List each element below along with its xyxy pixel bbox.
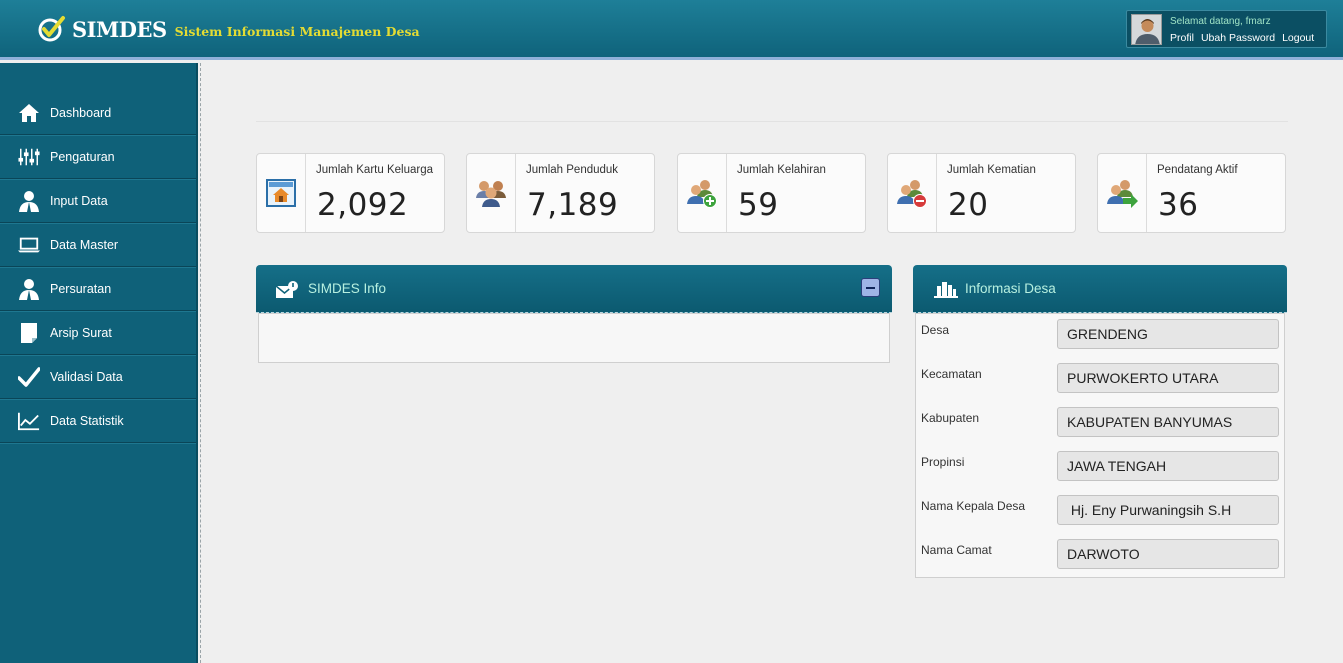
- stat-value: 20: [948, 187, 989, 223]
- logout-link[interactable]: Logout: [1282, 32, 1314, 44]
- chart-icon: [18, 410, 40, 432]
- house-card-icon: [266, 179, 296, 207]
- top-header: SIMDES Sistem Informasi Manajemen Desa S…: [0, 0, 1343, 60]
- check-icon: [18, 366, 40, 388]
- user-icon: [18, 190, 40, 212]
- people-add-icon: [687, 180, 717, 208]
- kabupaten-label: Kabupaten: [921, 411, 980, 425]
- simdes-info-header: SIMDES Info: [256, 265, 892, 313]
- kabupaten-field[interactable]: KABUPATEN BANYUMAS: [1057, 407, 1279, 437]
- app-logo[interactable]: SIMDES Sistem Informasi Manajemen Desa: [38, 13, 420, 45]
- sidebar-item-label: Data Master: [50, 237, 119, 252]
- people-arrow-icon: [1107, 180, 1138, 208]
- app-subtitle: Sistem Informasi Manajemen Desa: [174, 24, 420, 39]
- propinsi-label: Propinsi: [921, 455, 965, 469]
- home-icon: [18, 102, 40, 124]
- stat-value: 59: [738, 187, 779, 223]
- user-icon: [18, 278, 40, 300]
- panel-title: SIMDES Info: [308, 281, 387, 296]
- stat-card-kartu-keluarga: Jumlah Kartu Keluarga 2,092: [256, 153, 445, 233]
- sidebar-menu: Dashboard Pengaturan Input Data Data Mas…: [0, 91, 196, 443]
- desa-field[interactable]: GRENDENG: [1057, 319, 1279, 349]
- stat-label: Pendatang Aktif: [1157, 164, 1238, 176]
- sidebar-item-validasi-data[interactable]: Validasi Data: [0, 355, 196, 399]
- user-avatar-icon: [1132, 15, 1161, 44]
- ubah-password-link[interactable]: Ubah Password: [1201, 32, 1275, 44]
- sidebar-item-data-statistik[interactable]: Data Statistik: [0, 399, 196, 443]
- kecamatan-label: Kecamatan: [921, 367, 982, 381]
- app-title: SIMDES: [72, 16, 167, 42]
- content-divider: [256, 121, 1288, 122]
- stat-value: 2,092: [317, 187, 409, 223]
- sidebar-item-label: Validasi Data: [50, 369, 123, 384]
- stat-value: 7,189: [527, 187, 619, 223]
- stat-label: Jumlah Penduduk: [526, 164, 619, 176]
- collapse-button[interactable]: [861, 278, 880, 297]
- stat-card-pendatang: Pendatang Aktif 36: [1097, 153, 1286, 233]
- sidebar: Dashboard Pengaturan Input Data Data Mas…: [0, 63, 198, 663]
- laptop-icon: [18, 234, 40, 256]
- profil-link[interactable]: Profil: [1170, 32, 1194, 44]
- stat-label: Jumlah Kematian: [947, 164, 1036, 176]
- people-group-icon: [476, 181, 506, 207]
- sidebar-item-label: Pengaturan: [50, 149, 115, 164]
- stat-value: 36: [1158, 187, 1199, 223]
- sidebar-item-label: Input Data: [50, 193, 108, 208]
- buildings-icon: [934, 282, 958, 298]
- stat-label: Jumlah Kelahiran: [737, 164, 826, 176]
- stat-card-penduduk: Jumlah Penduduk 7,189: [466, 153, 655, 233]
- sidebar-item-label: Arsip Surat: [50, 325, 112, 340]
- camat-field[interactable]: DARWOTO: [1057, 539, 1279, 569]
- stat-card-kematian: Jumlah Kematian 20: [887, 153, 1076, 233]
- mail-info-icon: [275, 281, 298, 298]
- sidebar-item-data-master[interactable]: Data Master: [0, 223, 196, 267]
- desa-label: Desa: [921, 323, 950, 337]
- informasi-desa-header: Informasi Desa: [913, 265, 1287, 313]
- people-remove-icon: [897, 180, 927, 208]
- avatar: [1131, 14, 1162, 45]
- checkmark-logo-icon: [38, 16, 65, 42]
- welcome-text: Selamat datang, fmarz: [1170, 16, 1271, 27]
- user-links: Profil Ubah Password Logout: [1170, 32, 1314, 44]
- kecamatan-field[interactable]: PURWOKERTO UTARA: [1057, 363, 1279, 393]
- sliders-icon: [18, 146, 40, 168]
- stat-label: Jumlah Kartu Keluarga: [316, 164, 433, 176]
- sidebar-divider: [200, 63, 201, 663]
- sidebar-item-label: Persuratan: [50, 281, 112, 296]
- sidebar-item-input-data[interactable]: Input Data: [0, 179, 196, 223]
- sidebar-item-pengaturan[interactable]: Pengaturan: [0, 135, 196, 179]
- sidebar-item-label: Dashboard: [50, 105, 112, 120]
- sidebar-item-arsip-surat[interactable]: Arsip Surat: [0, 311, 196, 355]
- stat-card-kelahiran: Jumlah Kelahiran 59: [677, 153, 866, 233]
- camat-label: Nama Camat: [921, 543, 992, 557]
- document-icon: [18, 322, 40, 344]
- simdes-info-body: [258, 313, 890, 363]
- kepala-desa-label: Nama Kepala Desa: [921, 499, 1026, 513]
- sidebar-item-dashboard[interactable]: Dashboard: [0, 91, 196, 135]
- propinsi-field[interactable]: JAWA TENGAH: [1057, 451, 1279, 481]
- sidebar-item-label: Data Statistik: [50, 413, 124, 428]
- panel-title: Informasi Desa: [965, 281, 1056, 296]
- kepala-desa-field[interactable]: Hj. Eny Purwaningsih S.H: [1057, 495, 1279, 525]
- user-box: Selamat datang, fmarz Profil Ubah Passwo…: [1126, 10, 1327, 48]
- sidebar-item-persuratan[interactable]: Persuratan: [0, 267, 196, 311]
